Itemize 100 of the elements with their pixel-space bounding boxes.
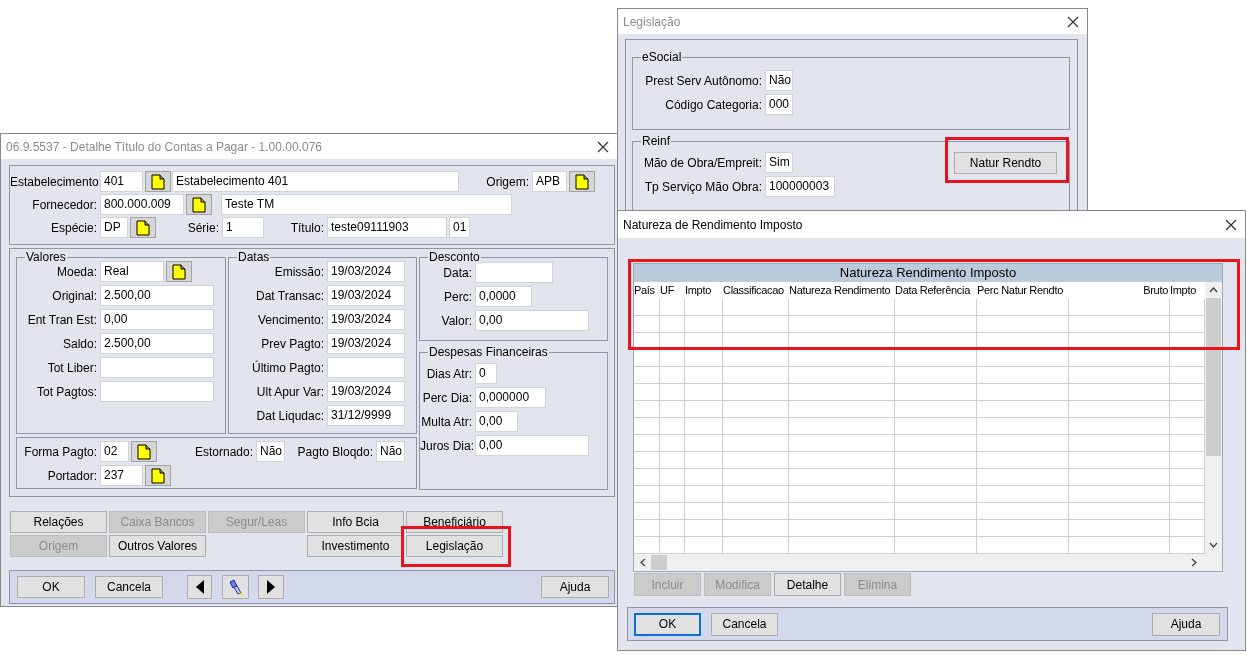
note-icon [136, 219, 150, 236]
chevron-right-icon[interactable] [1191, 558, 1197, 567]
window-title: 06.9.5537 - Detalhe Título do Contas a Pagar - 1.00.00.076 [6, 138, 322, 156]
input-field[interactable]: Teste TM [221, 194, 512, 215]
table-cell [685, 520, 723, 537]
input-field[interactable]: Não [765, 70, 793, 91]
input-field[interactable]: 0 [475, 363, 497, 384]
horizontal-scrollbar[interactable] [634, 554, 1205, 571]
action-button[interactable]: Legislação [406, 535, 503, 557]
table-cell [685, 469, 723, 486]
ok-button[interactable]: OK [634, 612, 701, 636]
action-button[interactable]: Info Bcia [307, 511, 404, 533]
table-cell [660, 367, 685, 384]
vertical-scrollbar[interactable] [1205, 282, 1222, 554]
help-button[interactable]: Ajuda [1152, 612, 1220, 636]
table-cell [634, 469, 660, 486]
input-field[interactable]: 01 [449, 217, 470, 238]
table-cell [723, 503, 789, 520]
column-header[interactable]: País [634, 282, 660, 299]
table-cell [685, 401, 723, 418]
help-button[interactable]: Ajuda [541, 576, 609, 598]
input-field[interactable]: Não [376, 441, 405, 462]
column-header[interactable]: Classificacao [723, 282, 789, 299]
action-button[interactable]: Outros Valores [109, 535, 206, 557]
input-field[interactable]: 19/03/2024 [327, 381, 405, 402]
table-cell [723, 486, 789, 503]
lookup-button[interactable] [145, 465, 171, 486]
input-field[interactable]: 237 [100, 465, 143, 486]
column-header[interactable]: Bruto [1069, 282, 1170, 299]
input-field[interactable]: APB [532, 171, 567, 192]
close-icon[interactable] [1225, 218, 1237, 231]
close-icon[interactable] [1067, 15, 1079, 28]
input-field[interactable]: 19/03/2024 [327, 261, 405, 282]
input-field[interactable]: 19/03/2024 [327, 285, 405, 306]
column-header[interactable]: Perc Natur Rendto [977, 282, 1069, 299]
input-field[interactable]: DP [100, 217, 128, 238]
group-title: Datas [237, 250, 271, 264]
chevron-down-icon[interactable] [1209, 542, 1218, 548]
action-button[interactable]: Investimento [307, 535, 404, 557]
input-field[interactable]: 0,00 [475, 435, 589, 456]
input-field[interactable]: 2.500,00 [100, 285, 214, 306]
input-field[interactable]: 401 [100, 171, 143, 192]
field-label: Último Pagto: [250, 359, 325, 377]
lookup-button[interactable] [186, 194, 212, 215]
field-label: Juros Dia: [420, 437, 475, 455]
action-button[interactable]: Natur Rendto [954, 152, 1057, 174]
field-label: Emissão: [273, 263, 325, 281]
scrollbar-thumb[interactable] [651, 555, 667, 570]
input-field[interactable]: 0,0000 [475, 286, 532, 307]
column-header[interactable]: Impto [1170, 282, 1205, 299]
input-field[interactable]: 0,00 [475, 310, 589, 331]
input-field[interactable] [100, 381, 214, 402]
lookup-button[interactable] [166, 261, 192, 282]
chevron-up-icon[interactable] [1209, 287, 1218, 293]
field-label: Perc Dia: [421, 389, 473, 407]
input-field[interactable]: 0,000000 [475, 387, 546, 408]
flashlight-button[interactable] [222, 575, 249, 599]
column-header[interactable]: Data Referência [895, 282, 977, 299]
input-field[interactable]: 100000003 [765, 176, 835, 197]
input-field[interactable]: 02 [100, 441, 129, 462]
action-button[interactable]: Detalhe [774, 573, 841, 596]
scrollbar-thumb[interactable] [1206, 298, 1221, 456]
cancel-button[interactable]: Cancela [711, 612, 778, 636]
cancel-button[interactable]: Cancela [95, 576, 163, 598]
input-field[interactable] [100, 357, 214, 378]
input-field[interactable]: Não [256, 441, 285, 462]
input-field[interactable]: 19/03/2024 [327, 333, 405, 354]
field-label: Moeda: [55, 263, 98, 281]
input-field[interactable]: Real [100, 261, 164, 282]
field-label: Título: [289, 219, 325, 237]
column-header[interactable]: UF [660, 282, 685, 299]
input-field[interactable]: teste09111903 [327, 217, 447, 238]
input-field[interactable]: 1 [222, 217, 264, 238]
note-icon [151, 173, 165, 190]
ok-button[interactable]: OK [17, 576, 85, 598]
input-field[interactable]: 2.500,00 [100, 333, 214, 354]
column-header[interactable]: Natureza Rendimento [789, 282, 895, 299]
lookup-button[interactable] [131, 441, 157, 462]
input-field[interactable]: 0,00 [100, 309, 214, 330]
lookup-button[interactable] [130, 217, 156, 238]
input-field[interactable]: 800.000.009 [100, 194, 184, 215]
input-field[interactable]: Estabelecimento 401 [172, 171, 459, 192]
lookup-button[interactable] [145, 171, 171, 192]
column-header[interactable]: Impto [685, 282, 723, 299]
input-field[interactable]: 31/12/9999 [327, 405, 405, 426]
lookup-button[interactable] [569, 171, 595, 192]
input-field[interactable]: 19/03/2024 [327, 309, 405, 330]
previous-button[interactable] [187, 575, 212, 599]
input-field[interactable]: 0,00 [475, 411, 518, 432]
next-button[interactable] [258, 575, 284, 599]
input-field[interactable] [475, 262, 553, 283]
close-icon[interactable] [597, 140, 609, 153]
field-label: Fornecedor: [31, 196, 98, 214]
action-button[interactable]: Beneficiário [406, 511, 503, 533]
input-field[interactable]: Sim [765, 152, 793, 173]
input-field[interactable] [327, 357, 405, 378]
chevron-left-icon[interactable] [640, 558, 646, 567]
input-field[interactable]: 000 [765, 94, 793, 115]
table-cell [660, 520, 685, 537]
action-button[interactable]: Relações [10, 511, 107, 533]
